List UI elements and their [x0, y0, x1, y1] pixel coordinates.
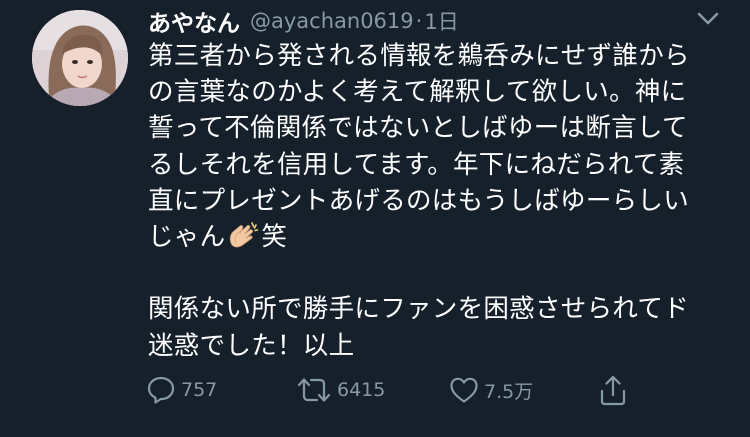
tweet-text-fragment: 笑 — [261, 221, 288, 252]
separator-dot: · — [415, 9, 423, 33]
like-count: 7.5万 — [484, 380, 534, 403]
avatar-image — [32, 10, 128, 106]
retweet-icon — [295, 374, 333, 406]
retweet-button[interactable]: 6415 — [295, 372, 385, 408]
heart-icon — [448, 374, 480, 406]
tweet-text-line: 第三者から発される情報を鵜呑みにせず誰から — [148, 41, 690, 71]
display-name[interactable]: あやなん — [148, 4, 240, 38]
reply-count: 757 — [181, 379, 218, 401]
avatar[interactable] — [32, 10, 128, 106]
tweet-text-fragment: じゃん — [148, 221, 226, 252]
tweet-actions: 757 6415 7.5万 — [145, 372, 645, 408]
share-icon — [597, 373, 629, 407]
tweet-text-line: るしそれを信用してます。年下にねだられて素 — [148, 149, 685, 180]
like-button[interactable]: 7.5万 — [448, 372, 533, 408]
tweet-text-line: 関係ない所で勝手にファンを困惑させられてド — [148, 294, 690, 325]
chevron-down-icon[interactable] — [694, 8, 722, 30]
tweet[interactable]: あやなん @ayachan0619 · 1日 第三者から発される情報を鵜呑みにせ… — [0, 0, 750, 437]
tweet-text-line: 誓って不倫関係ではないとしばゆーは断言して — [148, 113, 688, 144]
tweet-text: 第三者から発される情報を鵜呑みにせず誰から の言葉なのかよく考えて解釈して欲しい… — [148, 38, 728, 364]
reply-button[interactable]: 757 — [145, 372, 217, 408]
clapping-hands-icon — [226, 221, 260, 251]
tweet-text-line: 迷惑でした！以上 — [148, 330, 355, 361]
tweet-header: あやなん @ayachan0619 · 1日 — [148, 4, 459, 38]
tweet-text-line: 直にプレゼントあげるのはもうしばゆーらしい — [148, 185, 690, 216]
reply-icon — [145, 374, 177, 406]
retweet-count: 6415 — [337, 379, 386, 401]
timestamp[interactable]: 1日 — [424, 6, 458, 36]
share-button[interactable] — [597, 372, 629, 408]
user-handle[interactable]: @ayachan0619 — [250, 9, 414, 33]
tweet-text-blank-line — [148, 255, 728, 291]
tweet-text-line: の言葉なのかよく考えて解釈して欲しい。神に — [148, 77, 687, 108]
tweet-text-line: じゃん 笑 — [148, 219, 728, 255]
